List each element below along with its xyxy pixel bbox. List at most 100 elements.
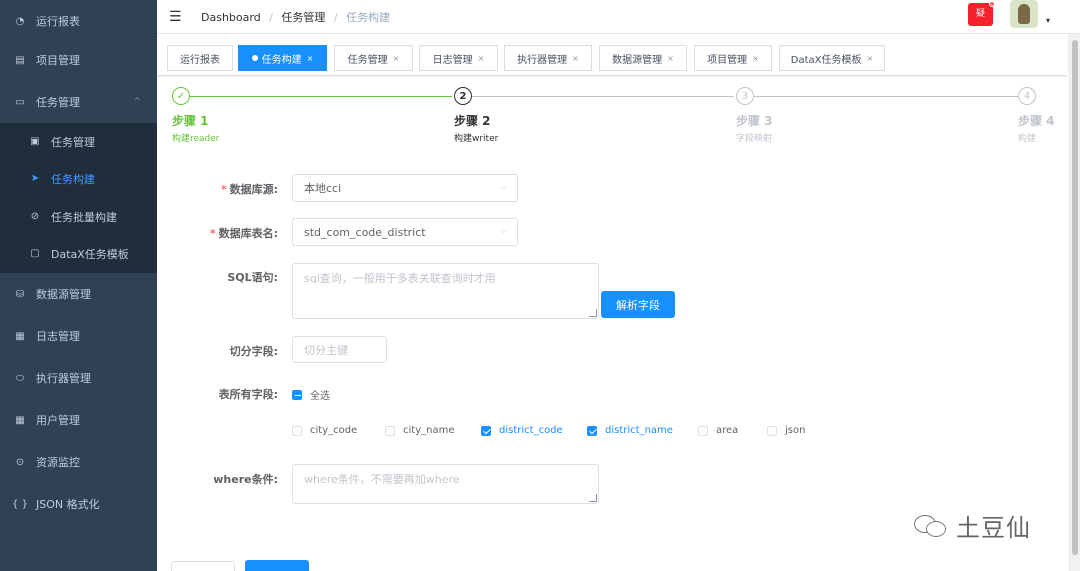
chevron-down-icon: ⌵ [500, 226, 507, 236]
required-mark: * [209, 227, 216, 240]
sidebar-item-datasource[interactable]: ⛁ 数据源管理 [0, 273, 157, 315]
field-checkbox-district-code[interactable]: district_code [481, 425, 563, 436]
datasource-label: * 数据库源: [158, 181, 278, 197]
close-icon[interactable]: × [752, 54, 759, 63]
close-icon[interactable]: × [867, 54, 874, 63]
submenu-item-datax-template[interactable]: ▢ DataX任务模板 [0, 235, 157, 272]
previous-step-button[interactable] [171, 561, 235, 571]
tag-task-manage[interactable]: 任务管理 × [334, 45, 413, 71]
json-icon: { } [12, 498, 28, 510]
chevron-up-icon: ^ [133, 97, 141, 107]
table-value: std_com_code_district [304, 225, 426, 239]
tag-projects[interactable]: 项目管理 × [694, 45, 772, 71]
fields-label: 表所有字段: [218, 388, 278, 401]
field-checkbox-json[interactable]: json [767, 425, 805, 436]
checkbox-checked-icon [587, 425, 597, 436]
sidebar-item-json[interactable]: { } JSON 格式化 [0, 483, 157, 525]
sidebar-item-monitor[interactable]: ⊙ 资源监控 [0, 441, 157, 483]
avatar-image [1018, 4, 1030, 24]
submenu-item-task-build[interactable]: ➤ 任务构建 [0, 160, 157, 197]
project-icon: ▤ [15, 54, 25, 66]
navbar: ☰ Dashboard / 任务管理 / 任务构建 疑 ▾ [157, 0, 1080, 34]
next-step-button[interactable] [245, 560, 309, 571]
tag-task-build[interactable]: 任务构建 × [238, 45, 327, 71]
breadcrumb-dashboard[interactable]: Dashboard [201, 11, 261, 24]
sidebar-item-logs[interactable]: ▦ 日志管理 [0, 315, 157, 357]
submenu-item-label: 任务批量构建 [51, 210, 117, 224]
scrollbar-thumb[interactable] [1072, 40, 1078, 555]
close-icon[interactable]: × [667, 54, 674, 63]
monitor-icon: ⊙ [15, 456, 25, 468]
sidebar-item-dashboard[interactable]: ◔ 运行报表 [0, 0, 157, 42]
parse-fields-button[interactable]: 解析字段 [601, 291, 675, 318]
breadcrumb-tasks[interactable]: 任务管理 [281, 11, 325, 24]
breadcrumb-current: 任务构建 [346, 11, 391, 24]
step-2-icon: 2 [454, 87, 472, 105]
field-name: district_code [499, 425, 563, 436]
resize-handle[interactable] [589, 494, 597, 502]
select-all-checkbox[interactable]: 全选 [292, 387, 330, 402]
tag-datax-template[interactable]: DataX任务模板 × [779, 45, 885, 71]
step-connector [472, 96, 734, 97]
sql-placeholder: sql查询，一般用于多表关联查询时才用 [304, 272, 496, 285]
sql-textarea[interactable]: sql查询，一般用于多表关联查询时才用 [292, 263, 599, 319]
sidebar-item-tasks[interactable]: ▭ 任务管理 ^ [0, 81, 157, 123]
avatar[interactable] [1010, 0, 1038, 28]
breadcrumb: Dashboard / 任务管理 / 任务构建 [201, 9, 390, 25]
step-4-desc: 构建 [1018, 134, 1037, 144]
tag-label: 数据源管理 [612, 54, 663, 66]
notification-dot [989, 1, 995, 7]
tag-label: 执行器管理 [517, 54, 568, 66]
field-checkbox-area[interactable]: area [698, 425, 738, 436]
caret-down-icon[interactable]: ▾ [1046, 16, 1050, 25]
where-textarea[interactable]: where条件，不需要再加where [292, 464, 599, 504]
watermark: 土豆仙 [914, 508, 1031, 543]
close-icon[interactable]: × [572, 54, 579, 63]
step-4-icon: 4 [1018, 87, 1036, 105]
field-checkbox-city-name[interactable]: city_name [385, 425, 454, 436]
datasource-select[interactable]: 本地cci ⌵ [292, 174, 518, 202]
user-table-icon: ▦ [15, 414, 25, 426]
step-1-title: 步骤 1 [172, 114, 209, 128]
template-icon: ▢ [30, 248, 40, 259]
sidebar-item-label: 数据源管理 [36, 288, 91, 301]
split-input[interactable]: 切分主键 [292, 336, 387, 363]
task-icon: ▭ [15, 96, 25, 108]
tag-datasource[interactable]: 数据源管理 × [599, 45, 687, 71]
breadcrumb-separator: / [269, 11, 273, 24]
sidebar-item-label: JSON 格式化 [36, 498, 100, 511]
sidebar-item-users[interactable]: ▦ 用户管理 [0, 399, 157, 441]
close-icon[interactable]: × [393, 54, 400, 63]
checkbox-icon [292, 425, 302, 436]
scrollbar[interactable] [1069, 34, 1080, 571]
split-label: 切分字段: [229, 345, 278, 358]
watermark-text: 土豆仙 [956, 514, 1031, 542]
tags-view: 运行报表 任务构建 × 任务管理 × 日志管理 × 执行器管理 × 数据源管理 … [157, 34, 1067, 76]
submenu-item-task-list[interactable]: ▣ 任务管理 [0, 123, 157, 160]
tag-dashboard[interactable]: 运行报表 [167, 45, 233, 71]
sidebar-item-projects[interactable]: ▤ 项目管理 [0, 39, 157, 81]
hamburger-icon[interactable]: ☰ [169, 9, 182, 25]
step-3-icon: 3 [736, 87, 754, 105]
step-2-desc: 构建writer [454, 134, 499, 144]
wechat-icon [914, 513, 948, 539]
sidebar-item-label: 用户管理 [36, 414, 80, 427]
active-dot-icon [251, 55, 258, 61]
tag-label: 项目管理 [707, 54, 748, 66]
task-list-icon: ▣ [30, 136, 40, 147]
field-checkbox-district-name[interactable]: district_name [587, 425, 673, 436]
table-select[interactable]: std_com_code_district ⌵ [292, 218, 518, 246]
dashboard-icon: ◔ [15, 15, 25, 27]
resize-handle[interactable] [589, 309, 597, 317]
sidebar-item-executors[interactable]: ⬭ 执行器管理 [0, 357, 157, 399]
tag-executors[interactable]: 执行器管理 × [504, 45, 592, 71]
notification-button[interactable]: 疑 [968, 3, 993, 26]
close-icon[interactable]: × [478, 54, 485, 63]
tag-logs[interactable]: 日志管理 × [419, 45, 498, 71]
checkbox-icon [385, 425, 395, 436]
sql-label: SQL语句: [227, 271, 278, 284]
field-checkbox-city-code[interactable]: city_code [292, 425, 357, 436]
close-icon[interactable]: × [307, 54, 314, 63]
submenu-item-batch-build[interactable]: ⊘ 任务批量构建 [0, 198, 157, 235]
datasource-label-text: 数据库源: [229, 183, 278, 196]
